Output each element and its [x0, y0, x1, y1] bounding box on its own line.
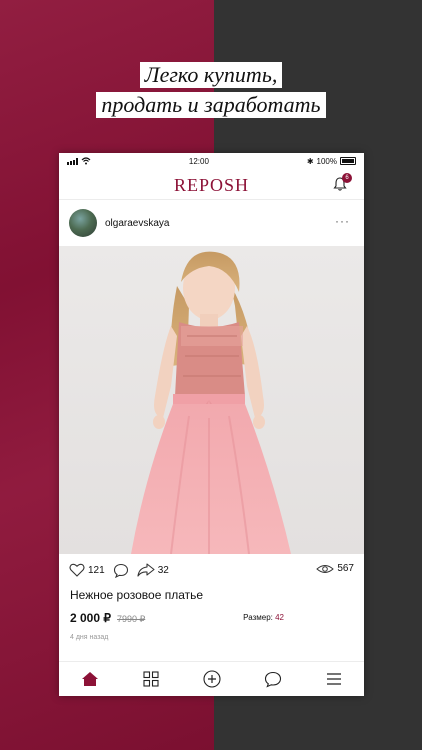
- price-row: 2 000 ₽ 7990 ₽ Размер: 42: [59, 611, 364, 625]
- old-price: 7990 ₽: [117, 614, 146, 624]
- product-price: 2 000 ₽: [70, 611, 111, 625]
- share-icon: [137, 563, 155, 577]
- comment-icon: [113, 563, 128, 578]
- heart-icon: [69, 563, 85, 577]
- post-username[interactable]: olgaraevskaya: [105, 218, 169, 229]
- signal-icon: [67, 157, 78, 165]
- notification-badge: 6: [342, 173, 352, 183]
- app-logo: REPOSH: [173, 175, 250, 195]
- tab-home[interactable]: [75, 667, 105, 691]
- size-value: 42: [275, 613, 284, 622]
- views-count: 567: [337, 563, 354, 574]
- headline-line-2: продать и заработать: [96, 92, 326, 118]
- product-photo[interactable]: [59, 246, 364, 554]
- menu-icon: [326, 673, 341, 685]
- product-title[interactable]: Нежное розовое платье: [59, 588, 364, 602]
- views-counter: 567: [316, 563, 354, 574]
- avatar[interactable]: [69, 209, 97, 237]
- tab-catalog[interactable]: [136, 667, 166, 691]
- grid-icon: [142, 671, 159, 687]
- dress-photo-illustration: [59, 246, 364, 554]
- bluetooth-icon: ✱: [306, 156, 314, 166]
- wifi-icon: [81, 157, 91, 165]
- product-size: Размер: 42: [243, 613, 284, 622]
- tab-menu[interactable]: [319, 667, 349, 691]
- more-options-icon[interactable]: ···: [335, 214, 350, 228]
- chat-icon: [264, 671, 281, 688]
- status-time: 12:00: [188, 156, 209, 166]
- post-time: 4 дня назад: [70, 634, 109, 641]
- post-header: olgaraevskaya ···: [59, 200, 364, 246]
- comment-button[interactable]: [113, 563, 129, 578]
- size-label: Размер:: [243, 613, 273, 622]
- share-button[interactable]: 32: [137, 563, 169, 577]
- post-actions: 121 32 567: [59, 554, 364, 586]
- eye-icon: [316, 564, 335, 573]
- likes-count: 121: [88, 564, 105, 576]
- battery-percent: 100%: [316, 156, 337, 166]
- phone-screen: 12:00 ✱ 100% REPOSH 6 olgaraevskaya ···: [59, 153, 364, 696]
- promo-headline: Легко купить, продать и заработать: [0, 60, 422, 120]
- headline-line-1: Легко купить,: [139, 62, 283, 88]
- tab-add[interactable]: [197, 667, 227, 691]
- status-bar: 12:00 ✱ 100%: [59, 153, 364, 169]
- app-header: REPOSH 6: [59, 169, 364, 200]
- battery-icon: [339, 157, 356, 165]
- bottom-tab-bar: [59, 661, 364, 696]
- like-button[interactable]: 121: [69, 563, 105, 577]
- tab-messages[interactable]: [258, 667, 288, 691]
- plus-circle-icon: [202, 670, 221, 688]
- home-icon: [81, 672, 98, 686]
- shares-count: 32: [157, 564, 169, 576]
